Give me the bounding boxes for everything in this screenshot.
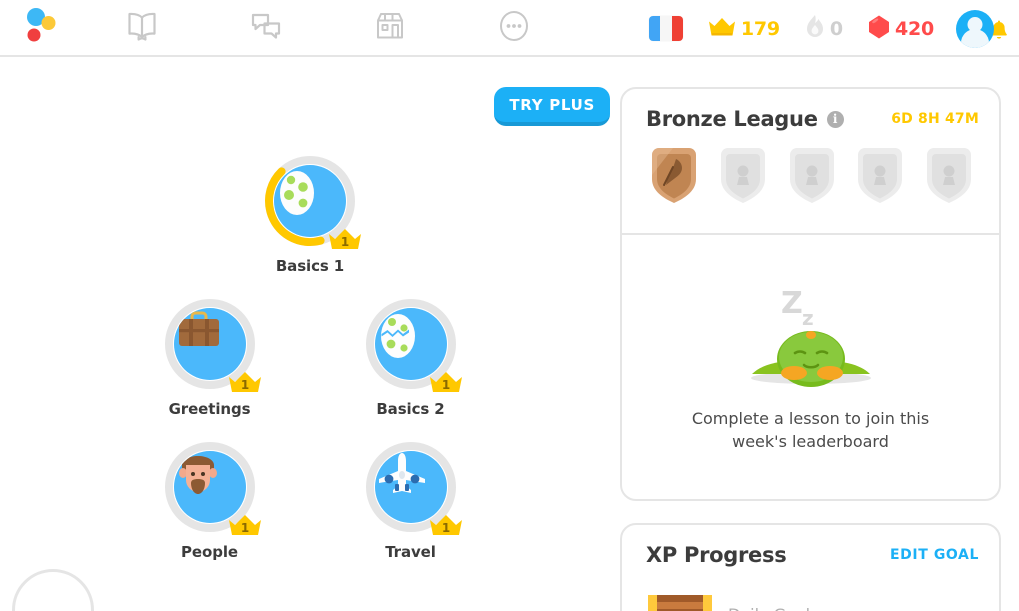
top-navbar: 179 0 420 (0, 0, 1019, 57)
nav-discussion-button[interactable] (204, 0, 328, 56)
skill-label: People (181, 543, 238, 561)
xp-progress-header: XP Progress EDIT GOAL (622, 525, 999, 581)
crown-icon (707, 15, 737, 43)
gems-stat[interactable]: 420 (855, 14, 946, 44)
skill-progress-ring: 1 (263, 154, 361, 249)
skill-tree-column: TRY PLUS 1 Basics 1 1 Greetings 1 Basics… (0, 57, 620, 611)
silver-league-badge[interactable] (715, 145, 771, 211)
skill-row-2: 1 Greetings 1 Basics 2 (0, 297, 620, 418)
page-content: TRY PLUS 1 Basics 1 1 Greetings 1 Basics… (0, 57, 1019, 611)
navbar-left-icons (0, 0, 576, 56)
svg-text:z: z (802, 306, 814, 330)
skill-progress-ring: 1 (163, 440, 261, 535)
crown-level-badge: 1 (227, 511, 263, 537)
streak-count: 0 (829, 17, 843, 40)
skill-basics-1[interactable]: 1 Basics 1 (238, 154, 383, 275)
league-card: Bronze League i 6D 8H 47M Z z Complete a… (620, 87, 1001, 502)
nav-learn-button[interactable] (80, 0, 204, 56)
svg-text:1: 1 (441, 378, 449, 392)
crown-level-badge: 1 (327, 225, 363, 251)
crown-level-badge: 1 (428, 511, 464, 537)
more-dots-icon (497, 9, 531, 47)
sidebar-column: Bronze League i 6D 8H 47M Z z Complete a… (620, 57, 1019, 611)
nav-more-button[interactable] (452, 0, 576, 56)
skill-progress-ring: 1 (163, 297, 261, 392)
edit-goal-button[interactable]: EDIT GOAL (890, 547, 979, 563)
league-badges (622, 145, 999, 235)
skill-label: Greetings (168, 400, 251, 418)
xp-progress-card: XP Progress EDIT GOAL (620, 523, 1001, 611)
streak-stat[interactable]: 0 (792, 14, 855, 44)
skill-greetings[interactable]: 1 Greetings (137, 297, 282, 418)
daily-goal-label: Daily Goal (728, 605, 810, 611)
skill-row-3: 1 People 1 Travel (0, 440, 620, 561)
svg-text:1: 1 (240, 521, 248, 535)
leaderboard-empty-state: Z z Complete a lesson to join this week'… (622, 235, 999, 499)
info-icon[interactable]: i (826, 110, 844, 128)
skill-label: Travel (385, 543, 436, 561)
treasure-chest-icon (646, 589, 714, 611)
skill-progress-ring: 1 (364, 440, 462, 535)
flame-icon (804, 14, 826, 44)
gold-league-badge[interactable] (784, 145, 840, 211)
duolingo-logo-icon (23, 7, 57, 48)
gems-count: 420 (894, 17, 934, 40)
skill-progress-ring: 1 (364, 297, 462, 392)
nav-shop-button[interactable] (328, 0, 452, 56)
xp-progress-title: XP Progress (646, 543, 787, 568)
skill-people[interactable]: 1 People (137, 440, 282, 561)
crowns-count: 179 (740, 17, 780, 40)
skill-row-1: 1 Basics 1 (0, 154, 620, 275)
book-icon (125, 11, 159, 45)
crowns-stat[interactable]: 179 (695, 15, 792, 43)
navbar-right-stats: 179 0 420 (637, 0, 1011, 57)
league-timer: 6D 8H 47M (891, 111, 979, 127)
league-title: Bronze League (646, 107, 818, 131)
svg-text:1: 1 (441, 521, 449, 535)
french-flag-icon (648, 16, 683, 41)
crown-level-badge: 1 (227, 368, 263, 394)
language-flag-button[interactable] (637, 16, 695, 41)
sleeping-owl-icon: Z z (726, 277, 896, 393)
daily-goal-row: Daily Goal (622, 581, 999, 611)
store-icon (374, 10, 406, 46)
crown-level-badge: 1 (428, 368, 464, 394)
try-plus-row: TRY PLUS (0, 57, 620, 126)
next-skill-placeholder[interactable] (12, 569, 94, 611)
svg-text:1: 1 (240, 378, 248, 392)
svg-text:Z: Z (781, 286, 803, 321)
leaderboard-empty-message: Complete a lesson to join this week's le… (691, 409, 930, 452)
skill-tree: 1 Basics 1 1 Greetings 1 Basics 2 1 Peop… (0, 154, 620, 561)
skill-travel[interactable]: 1 Travel (338, 440, 483, 561)
skill-label: Basics 2 (376, 400, 445, 418)
ruby-league-badge[interactable] (921, 145, 977, 211)
duolingo-logo-button[interactable] (0, 0, 80, 56)
avatar-icon (956, 9, 994, 48)
bronze-league-badge[interactable] (646, 145, 702, 211)
sapphire-league-badge[interactable] (852, 145, 908, 211)
skill-label: Basics 1 (275, 257, 345, 275)
skill-basics-2[interactable]: 1 Basics 2 (338, 297, 483, 418)
profile-menu-button[interactable] (946, 9, 1011, 48)
try-plus-button[interactable]: TRY PLUS (494, 87, 610, 126)
league-card-header: Bronze League i 6D 8H 47M (622, 89, 999, 145)
speech-bubbles-icon (249, 11, 283, 45)
svg-text:1: 1 (341, 235, 349, 249)
gem-icon (867, 14, 891, 44)
